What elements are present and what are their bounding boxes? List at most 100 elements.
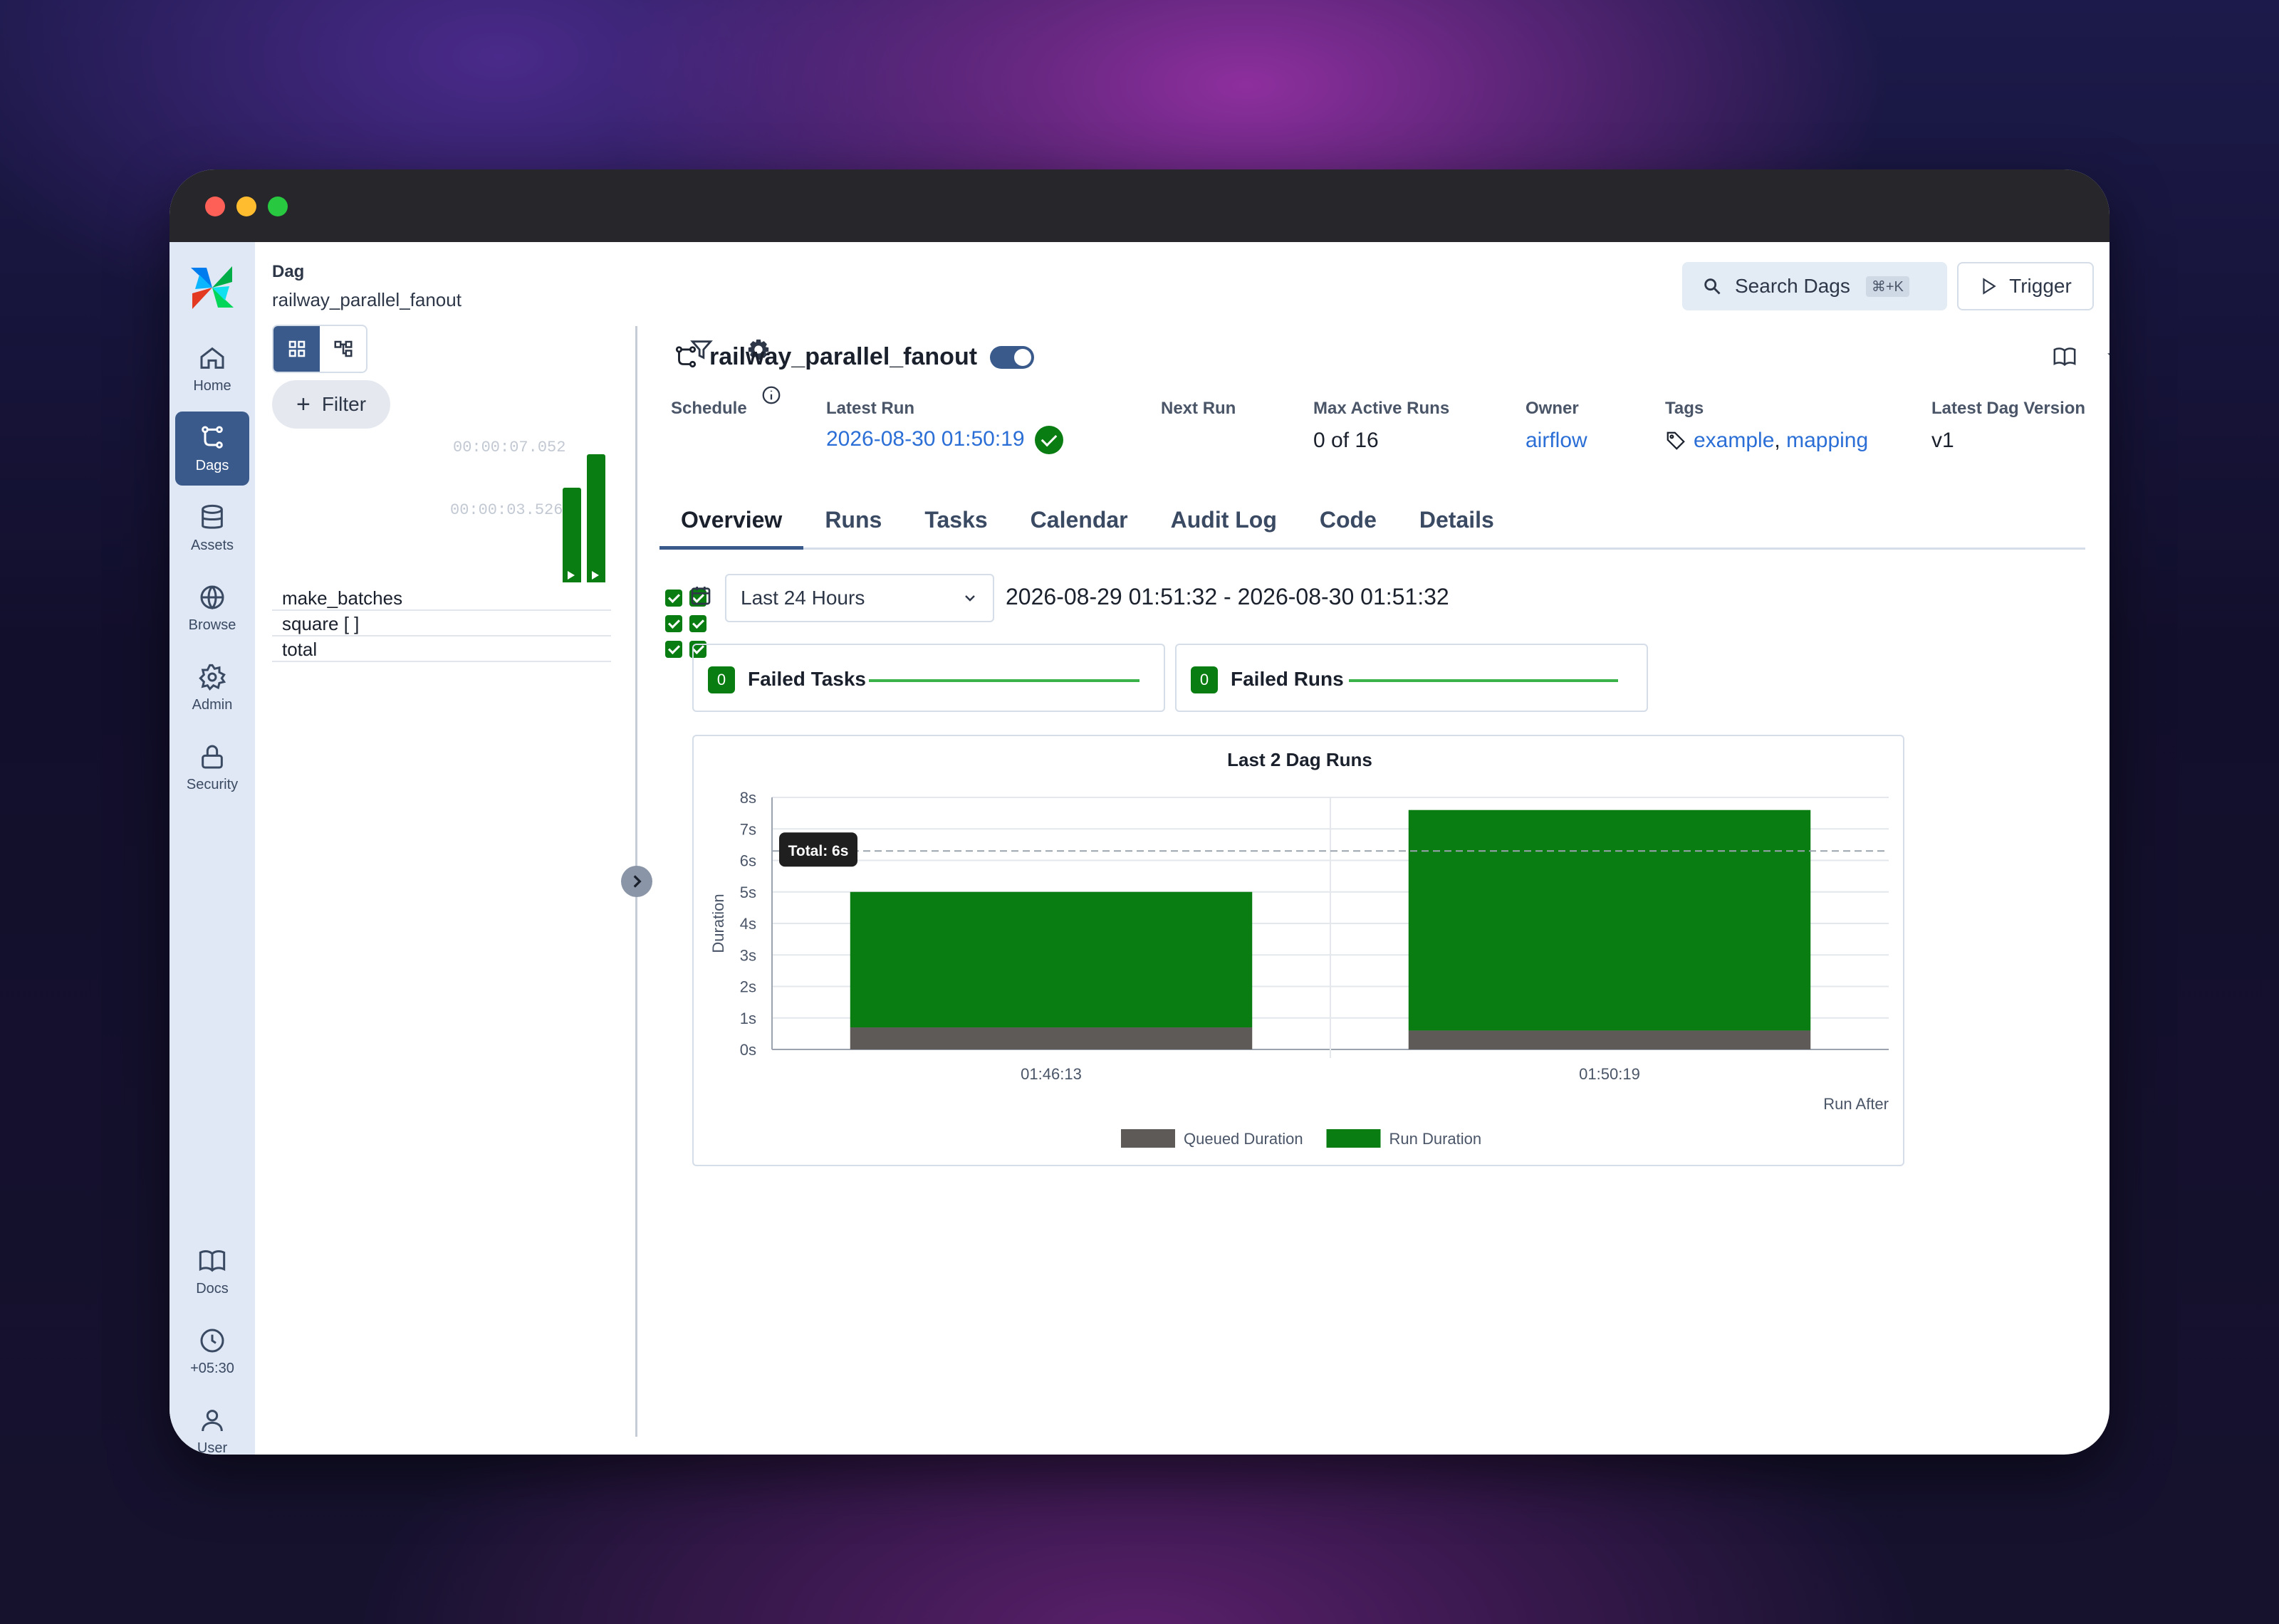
graph-view-button[interactable] (320, 326, 366, 372)
legend-swatch (1326, 1129, 1381, 1148)
chevron-right-icon (633, 875, 642, 888)
lock-icon (202, 745, 223, 768)
tab-details[interactable]: Details (1398, 501, 1516, 550)
star-icon[interactable] (2107, 345, 2109, 369)
grid-run-bar[interactable] (563, 488, 581, 582)
airflow-logo[interactable] (185, 261, 239, 315)
owner-link[interactable]: airflow (1526, 429, 1587, 453)
tab-runs[interactable]: Runs (803, 501, 903, 550)
nav-timezone[interactable]: +05:30 (175, 1314, 249, 1388)
task-instance-success[interactable] (689, 615, 706, 632)
database-icon (202, 504, 223, 529)
close-window-button[interactable] (205, 197, 225, 216)
chart-title: Last 2 Dag Runs (1227, 749, 1372, 770)
y-axis-label: Duration (709, 894, 727, 953)
nav-browse[interactable]: Browse (175, 571, 249, 645)
task-instance-success[interactable] (665, 590, 682, 607)
tags-label: Tags (1665, 399, 1704, 418)
filter-button[interactable]: + Filter (272, 380, 390, 429)
collapse-panel-button[interactable] (621, 866, 652, 897)
task-row[interactable]: square [ ] (272, 611, 706, 636)
schedule-label: Schedule (671, 399, 747, 418)
time-range-text: 2026-08-29 01:51:32 - 2026-08-30 01:51:3… (1006, 584, 1449, 609)
duration-label-mid: 00:00:03.526 (450, 501, 563, 519)
tab-code[interactable]: Code (1298, 501, 1398, 550)
legend-label: Run Duration (1389, 1130, 1482, 1148)
nav-label: +05:30 (190, 1360, 234, 1376)
y-tick-label: 4s (740, 915, 756, 933)
dag-icon (675, 345, 697, 367)
breadcrumb-label: Dag (272, 262, 305, 281)
failed-tasks-sparkline (869, 679, 1140, 682)
trigger-label: Trigger (2009, 275, 2072, 297)
tab-audit-log[interactable]: Audit Log (1149, 501, 1298, 550)
legend-swatch (1121, 1129, 1175, 1148)
task-row[interactable]: make_batches (272, 585, 706, 611)
tab-calendar[interactable]: Calendar (1009, 501, 1149, 550)
graph-icon (334, 340, 352, 357)
duration-label-max: 00:00:07.052 (453, 439, 566, 456)
chevron-down-icon (965, 595, 975, 602)
search-icon (1704, 278, 1721, 295)
task-instance-success[interactable] (665, 615, 682, 632)
globe-icon (200, 585, 224, 609)
bar-queued-duration (850, 1027, 1253, 1049)
breadcrumb-dag-name[interactable]: railway_parallel_fanout (272, 289, 461, 311)
latest-run-link[interactable]: 2026-08-30 01:50:19 (826, 427, 1025, 451)
view-toggle (272, 325, 367, 373)
reference-line-label: Total: 6s (788, 843, 849, 859)
task-instance-success[interactable] (665, 641, 682, 658)
task-row[interactable]: total (272, 636, 706, 662)
nav-label: Admin (192, 696, 233, 713)
nav-security[interactable]: Security (175, 730, 249, 805)
time-range-select[interactable]: Last 24 Hours (725, 574, 994, 622)
x-tick-label: 01:50:19 (1579, 1065, 1640, 1083)
owner-label: Owner (1526, 399, 1579, 418)
dag-title: railway_parallel_fanout (672, 343, 1035, 371)
pause-toggle[interactable] (990, 345, 1035, 369)
book-icon[interactable] (2053, 345, 2077, 369)
dag-version-value: v1 (1931, 429, 1954, 452)
y-tick-label: 8s (740, 789, 756, 807)
tag-example[interactable]: example (1694, 429, 1774, 453)
tag-mapping[interactable]: mapping (1786, 429, 1868, 453)
nav-docs[interactable]: Docs (175, 1235, 249, 1309)
latest-run-label: Latest Run (826, 399, 915, 418)
zoom-window-button[interactable] (268, 197, 288, 216)
calendar-icon (691, 587, 711, 605)
bar-queued-duration (1408, 1030, 1811, 1049)
app-window: Home Dags Assets Browse Admin Security D… (170, 169, 2109, 1455)
grid-run-bar[interactable] (587, 454, 605, 582)
trigger-button[interactable]: Trigger (1957, 262, 2094, 310)
failed-runs-card[interactable]: 0 Failed Runs (1175, 644, 1648, 712)
minimize-window-button[interactable] (236, 197, 256, 216)
failed-runs-sparkline (1349, 679, 1618, 682)
nav-label: Docs (196, 1280, 229, 1296)
grid-view-button[interactable] (273, 326, 320, 372)
nav-user[interactable]: User (175, 1394, 249, 1455)
x-tick-label: 01:46:13 (1021, 1065, 1082, 1083)
tag-separator: , (1774, 429, 1787, 452)
tab-tasks[interactable]: Tasks (903, 501, 1008, 550)
latest-run-value: 2026-08-30 01:50:19 (826, 426, 1063, 454)
failed-tasks-label: Failed Tasks (748, 668, 867, 690)
tags-value: example, mapping (1665, 429, 1868, 453)
dag-version-label: Latest Dag Version (1931, 399, 2086, 418)
nav-home[interactable]: Home (175, 332, 249, 406)
success-check-icon (1034, 426, 1063, 454)
search-dags-button[interactable]: Search Dags ⌘+K (1682, 262, 1947, 310)
filter-label: Filter (321, 393, 367, 415)
failed-tasks-count: 0 (708, 666, 735, 693)
nav-assets[interactable]: Assets (175, 491, 249, 565)
failed-runs-count: 0 (1191, 666, 1218, 693)
y-tick-label: 0s (740, 1041, 756, 1059)
info-icon[interactable] (761, 384, 782, 406)
tab-overview[interactable]: Overview (659, 501, 804, 550)
nav-dags[interactable]: Dags (175, 412, 249, 486)
nav-admin[interactable]: Admin (175, 651, 249, 725)
legend-label: Queued Duration (1184, 1130, 1303, 1148)
home-icon (200, 347, 224, 369)
failed-tasks-card[interactable]: 0 Failed Tasks (692, 644, 1165, 712)
dag-tabs: Overview Runs Tasks Calendar Audit Log C… (659, 501, 2085, 550)
nav-label: User (197, 1440, 228, 1455)
